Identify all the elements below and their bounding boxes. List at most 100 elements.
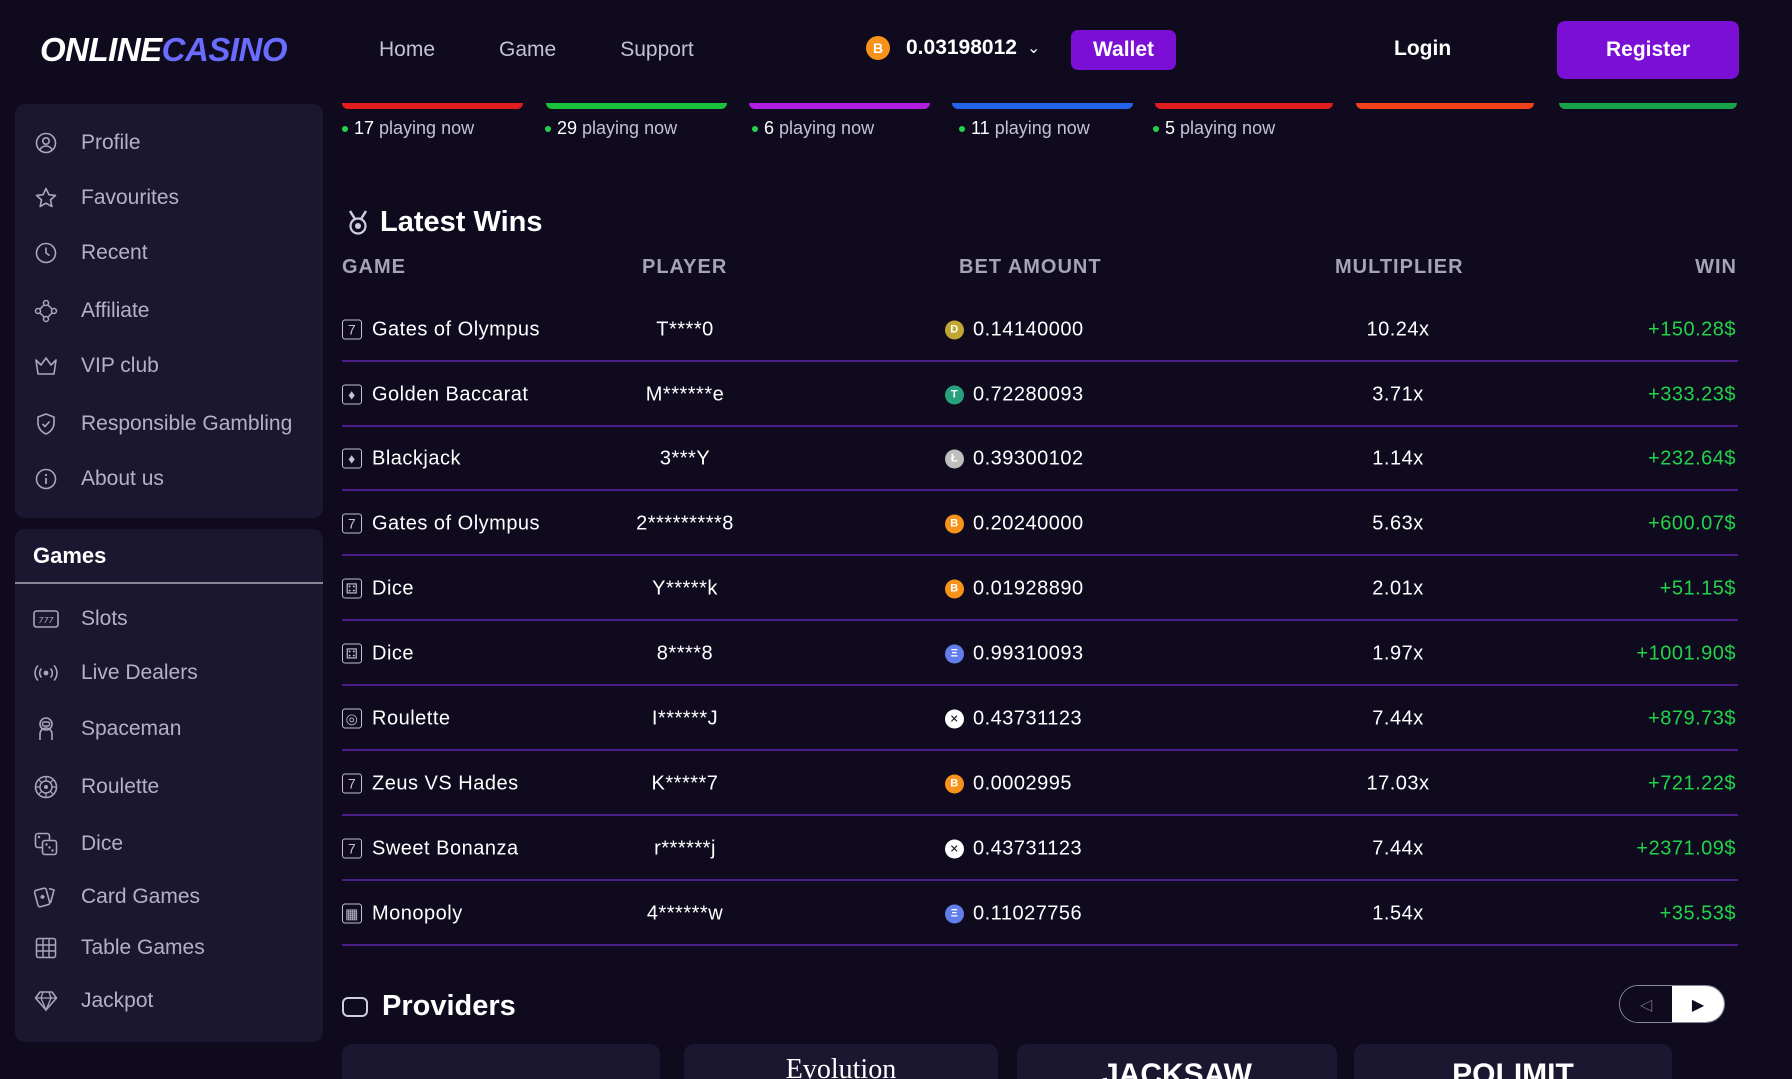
game-card-bar[interactable] bbox=[546, 103, 727, 109]
sidebar-item-label: Affiliate bbox=[81, 299, 150, 322]
slots-icon: 7 bbox=[342, 838, 362, 859]
table-row[interactable]: 7 Sweet Bonanza r******j ✕ 0.43731123 7.44x +2… bbox=[342, 816, 1738, 881]
bet-amount: 0.20240000 bbox=[973, 512, 1084, 534]
sidebar-item-vip-club[interactable]: VIP club bbox=[33, 353, 159, 379]
bet-cell: Ξ 0.11027756 bbox=[945, 902, 1082, 925]
provider-card[interactable]: POLIMIT bbox=[1354, 1044, 1672, 1079]
nav-game[interactable]: Game bbox=[499, 38, 556, 62]
coin-icon: T bbox=[945, 385, 964, 404]
sidebar-item-label: Spaceman bbox=[81, 717, 182, 740]
coin-icon: D bbox=[945, 320, 964, 339]
game-cell: ◎ Roulette bbox=[342, 707, 451, 730]
next-button[interactable]: ▶ bbox=[1672, 986, 1724, 1022]
sidebar-item-jackpot[interactable]: Jackpot bbox=[33, 988, 153, 1014]
register-button[interactable]: Register bbox=[1557, 21, 1739, 79]
table-row[interactable]: 7 Gates of Olympus 2*********8 B 0.20240000 5… bbox=[342, 491, 1738, 556]
coin-icon: ✕ bbox=[945, 839, 964, 858]
column-header-win: WIN bbox=[1695, 256, 1737, 278]
game-name: Dice bbox=[372, 577, 415, 599]
game-name: Gates of Olympus bbox=[372, 318, 541, 340]
player-name: Y*****k bbox=[652, 577, 718, 599]
slots-icon: 7 bbox=[342, 773, 362, 794]
coin-icon: Ξ bbox=[945, 904, 964, 923]
slots-icon: 777 bbox=[33, 606, 59, 632]
game-card-bar[interactable] bbox=[952, 103, 1133, 109]
balance-value: 0.03198012 bbox=[906, 36, 1017, 59]
game-cell: ♦ Golden Baccarat bbox=[342, 383, 528, 406]
win-amount: +721.22$ bbox=[1648, 772, 1736, 794]
sidebar-item-live-dealers[interactable]: Live Dealers bbox=[33, 660, 198, 686]
game-card-bar[interactable] bbox=[1155, 103, 1333, 109]
login-button[interactable]: Login bbox=[1394, 37, 1451, 61]
nav-support[interactable]: Support bbox=[620, 38, 694, 62]
sidebar-item-label: Table Games bbox=[81, 936, 205, 959]
previous-button[interactable]: ◁ bbox=[1620, 986, 1672, 1022]
multiplier-value: 10.24x bbox=[1366, 318, 1430, 340]
multiplier-value: 7.44x bbox=[1372, 707, 1424, 729]
logo-part-casino: CASINO bbox=[161, 31, 288, 68]
win-amount: +600.07$ bbox=[1648, 512, 1736, 534]
balance-selector[interactable]: B 0.03198012 ⌄ bbox=[866, 36, 1040, 60]
coin-icon: B bbox=[945, 514, 964, 533]
dice-icon: ⚃ bbox=[342, 578, 362, 599]
sidebar-item-label: Roulette bbox=[81, 775, 160, 798]
sidebar-item-roulette[interactable]: Roulette bbox=[33, 774, 159, 800]
table-row[interactable]: ▦ Monopoly 4******w Ξ 0.11027756 1.54x +35.53$ bbox=[342, 881, 1738, 946]
nav-home[interactable]: Home bbox=[379, 38, 435, 62]
top-header: ONLINECASINO Home Game Support B 0.03198… bbox=[0, 0, 1792, 100]
sidebar-item-dice[interactable]: Dice bbox=[33, 831, 123, 857]
table-row[interactable]: ⚃ Dice Y*****k B 0.01928890 2.01x +51.15$ bbox=[342, 556, 1738, 621]
wallet-button[interactable]: Wallet bbox=[1071, 30, 1176, 70]
sidebar-item-responsible-gambling[interactable]: Responsible Gambling bbox=[33, 411, 292, 437]
game-card-bar[interactable] bbox=[1559, 103, 1737, 109]
site-logo[interactable]: ONLINECASINO bbox=[40, 31, 288, 69]
table-row[interactable]: 7 Gates of Olympus T****0 D 0.14140000 10.24x… bbox=[342, 297, 1738, 362]
table-row[interactable]: ◎ Roulette I******J ✕ 0.43731123 7.44x +879.73… bbox=[342, 686, 1738, 751]
chevron-down-icon[interactable]: ⌄ bbox=[1027, 38, 1040, 58]
game-card-bar[interactable] bbox=[342, 103, 523, 109]
multiplier-value: 17.03x bbox=[1366, 772, 1430, 794]
bet-amount: 0.43731123 bbox=[973, 707, 1083, 729]
game-name: Monopoly bbox=[372, 902, 463, 924]
win-amount: +879.73$ bbox=[1648, 707, 1736, 729]
table-row[interactable]: ⚃ Dice 8****8 Ξ 0.99310093 1.97x +1001.90$ bbox=[342, 621, 1738, 686]
player-name: M******e bbox=[645, 383, 725, 405]
bet-cell: Ξ 0.99310093 bbox=[945, 642, 1084, 665]
multiplier-value: 2.01x bbox=[1372, 577, 1424, 599]
sidebar-item-favourites[interactable]: Favourites bbox=[33, 185, 179, 211]
sidebar-item-card-games[interactable]: Card Games bbox=[33, 884, 200, 910]
game-card-bar[interactable] bbox=[1356, 103, 1534, 109]
game-cell: ♦ Blackjack bbox=[342, 447, 461, 470]
coin-icon: Ł bbox=[945, 449, 964, 468]
column-header-bet-amount: BET AMOUNT bbox=[959, 256, 1102, 278]
sidebar-item-spaceman[interactable]: Spaceman bbox=[33, 716, 181, 742]
sidebar-item-profile[interactable]: Profile bbox=[33, 130, 141, 156]
sidebar-item-label: Live Dealers bbox=[81, 661, 198, 684]
provider-card[interactable]: Evolution bbox=[684, 1044, 998, 1079]
table-row[interactable]: ♦ Golden Baccarat M******e T 0.72280093 3.71x… bbox=[342, 362, 1738, 427]
sidebar-games-panel: Games 777 Slots Live Dealers Spaceman Ro… bbox=[15, 529, 323, 1042]
player-name: 2*********8 bbox=[636, 512, 734, 534]
main-nav: Home Game Support bbox=[379, 38, 758, 62]
provider-card[interactable] bbox=[342, 1044, 660, 1079]
astronaut-icon bbox=[33, 716, 59, 742]
game-card-bar[interactable] bbox=[749, 103, 930, 109]
sidebar-item-table-games[interactable]: Table Games bbox=[33, 935, 205, 961]
bet-amount: 0.01928890 bbox=[973, 577, 1084, 599]
table-row[interactable]: ♦ Blackjack 3***Y Ł 0.39300102 1.14x +232.64$ bbox=[342, 426, 1738, 491]
provider-card[interactable]: JACKSAW bbox=[1017, 1044, 1337, 1079]
sidebar-item-about-us[interactable]: About us bbox=[33, 466, 164, 492]
column-header-player: PLAYER bbox=[642, 256, 728, 278]
sidebar-item-affiliate[interactable]: Affiliate bbox=[33, 298, 150, 324]
provider-logo: POLIMIT bbox=[1452, 1058, 1574, 1079]
table-row[interactable]: 7 Zeus VS Hades K*****7 B 0.0002995 17.03x +72… bbox=[342, 751, 1738, 816]
bet-amount: 0.14140000 bbox=[973, 318, 1084, 340]
online-dot bbox=[752, 125, 758, 132]
sidebar-item-recent[interactable]: Recent bbox=[33, 240, 148, 266]
cards-icon: ♦ bbox=[342, 448, 362, 469]
sidebar-item-slots[interactable]: 777 Slots bbox=[33, 606, 128, 632]
win-amount: +2371.09$ bbox=[1636, 837, 1736, 859]
coin-icon: Ξ bbox=[945, 644, 964, 663]
star-icon bbox=[33, 185, 59, 211]
latest-wins-heading: Latest Wins bbox=[380, 206, 543, 238]
